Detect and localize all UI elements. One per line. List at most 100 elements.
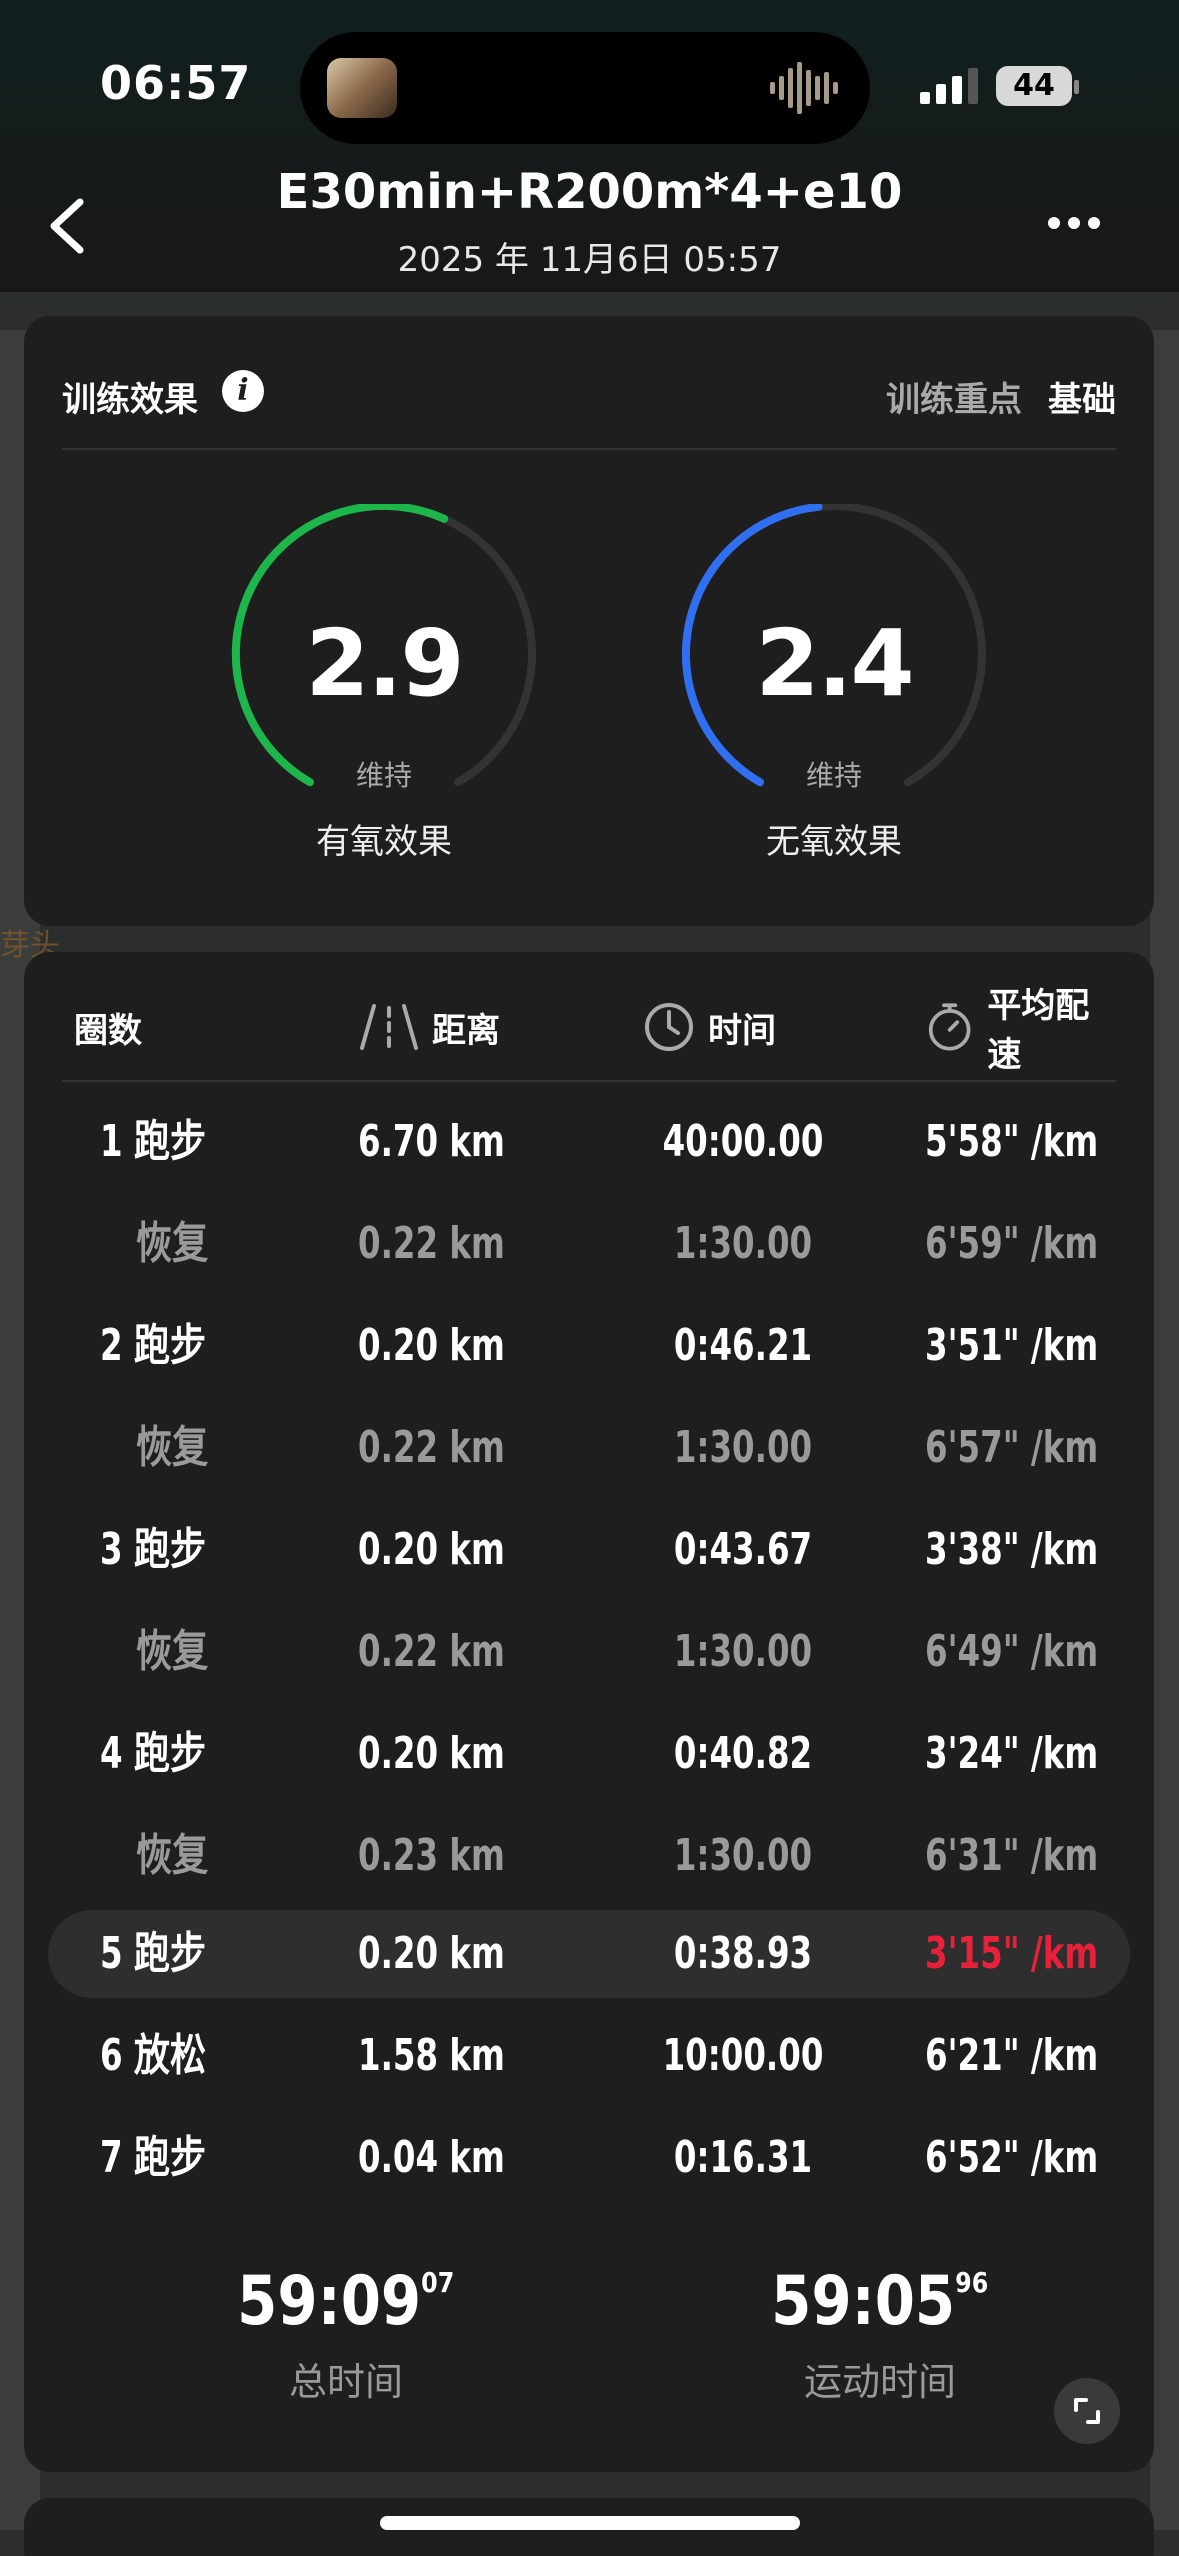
total-time-value: 59:0907 [237,2262,454,2341]
anaerobic-effect-label: 无氧效果 [766,822,902,862]
laps-table-header: 圈数 距离 时间 平均配速 [62,986,1116,1078]
lap-pace: 6'31" /km [924,1830,1098,1881]
lap-distance: 0.20 km [358,1928,505,1979]
lap-row[interactable]: 7 跑步 0.04 km 0:16.31 6'52" /km [48,2114,1130,2202]
lap-name: 恢复 [136,1830,209,1881]
header: 06:57 44 E30min+R200m*4+e10 2025 年 11月6日… [0,0,1179,292]
lap-distance: 0.22 km [358,1218,505,1269]
divider [62,448,1116,450]
lap-row[interactable]: 4 跑步 0.20 km 0:40.82 3'24" /km [48,1710,1130,1798]
training-focus-value: 基础 [1048,380,1116,420]
stopwatch-icon [928,1003,971,1051]
moving-time: 59:0596 运动时间 [700,2262,1060,2406]
map-road [1150,330,1179,2530]
lap-row[interactable]: 3 跑步 0.20 km 0:43.67 3'38" /km [48,1506,1130,1594]
training-focus-label: 训练重点 [886,380,1022,420]
lap-row[interactable]: 恢复 0.23 km 1:30.00 6'31" /km [48,1812,1130,1900]
now-playing-thumbnail [327,58,397,118]
header-time: 时间 [644,1002,776,1052]
anaerobic-effect-status: 维持 [805,759,862,792]
total-time-fraction: 07 [421,2266,455,2299]
lap-name: 恢复 [136,1218,209,1269]
lap-time: 0:16.31 [673,2132,813,2183]
lap-pace: 6'52" /km [924,2132,1098,2183]
expand-button[interactable] [1054,2378,1120,2444]
lap-name: 2 跑步 [100,1320,207,1371]
lap-distance: 0.20 km [358,1524,505,1575]
lap-pace: 3'24" /km [924,1728,1098,1779]
lap-name: 5 跑步 [100,1928,207,1979]
lap-time: 1:30.00 [673,1422,813,1473]
lap-distance: 0.22 km [358,1626,505,1677]
more-options-button[interactable] [1048,214,1108,238]
lap-name: 恢复 [136,1626,209,1677]
header-lap: 圈数 [74,1002,142,1052]
lap-row[interactable]: 恢复 0.22 km 1:30.00 6'49" /km [48,1608,1130,1696]
battery-indicator: 44 [996,66,1072,106]
home-indicator[interactable] [380,2516,800,2530]
header-distance: 距离 [360,1002,500,1052]
lap-name: 3 跑步 [100,1524,207,1575]
info-icon[interactable]: i [222,370,264,412]
lap-row[interactable]: 恢复 0.22 km 1:30.00 6'57" /km [48,1404,1130,1492]
lap-time: 0:38.93 [673,1928,813,1979]
lap-time: 1:30.00 [673,1830,813,1881]
dot-icon [1088,217,1100,229]
lap-pace: 6'21" /km [924,2030,1098,2081]
total-time: 59:0907 总时间 [166,2262,526,2406]
header-time-label: 时间 [708,1010,776,1051]
cellular-signal-icon [920,68,978,104]
divider [62,1080,1116,1082]
lap-pace: 3'38" /km [924,1524,1098,1575]
total-time-label: 总时间 [288,2360,403,2404]
lap-distance: 0.23 km [358,1830,505,1881]
lap-name: 恢复 [136,1422,209,1473]
header-lap-label: 圈数 [74,1010,142,1051]
lap-time: 10:00.00 [662,2030,824,2081]
aerobic-gauge: 2.9 维持 有氧效果 [214,504,554,862]
lap-pace: 6'49" /km [924,1626,1098,1677]
moving-time-main: 59:05 [771,2262,956,2341]
lap-pace-fastest: 3'15" /km [924,1928,1098,1979]
lap-name: 6 放松 [100,2030,207,2081]
lap-name: 4 跑步 [100,1728,207,1779]
lap-distance: 0.04 km [358,2132,505,2183]
aerobic-effect-label: 有氧效果 [316,822,452,862]
anaerobic-gauge: 2.4 维持 无氧效果 [664,504,1004,862]
lap-row[interactable]: 6 放松 1.58 km 10:00.00 6'21" /km [48,2012,1130,2100]
lap-distance: 6.70 km [358,1116,505,1167]
moving-time-fraction: 96 [955,2266,989,2299]
lap-row[interactable]: 2 跑步 0.20 km 0:46.21 3'51" /km [48,1302,1130,1390]
lap-time: 40:00.00 [662,1116,824,1167]
dot-icon [1068,217,1080,229]
lap-pace: 5'58" /km [924,1116,1098,1167]
lap-distance: 1.58 km [358,2030,505,2081]
aerobic-effect-value: 2.9 [305,610,465,717]
page-subtitle: 2025 年 11月6日 05:57 [397,240,782,280]
lap-row-fastest[interactable]: 5 跑步 0.20 km 0:38.93 3'15" /km [48,1910,1130,1998]
header-distance-label: 距离 [432,1010,500,1051]
dot-icon [1048,217,1060,229]
lap-pace: 3'51" /km [924,1320,1098,1371]
lap-pace: 6'59" /km [924,1218,1098,1269]
lap-time: 1:30.00 [673,1626,813,1677]
header-pace-label: 平均配速 [987,986,1090,1075]
total-time-main: 59:09 [237,2262,422,2341]
clock-icon [645,1003,693,1051]
lap-name: 7 跑步 [100,2132,207,2183]
training-effect-title: 训练效果 [62,380,198,420]
lap-time: 0:43.67 [673,1524,813,1575]
battery-nub [1074,80,1079,94]
lap-name: 1 跑步 [100,1116,207,1167]
lap-row[interactable]: 恢复 0.22 km 1:30.00 6'59" /km [48,1200,1130,1288]
lap-time: 1:30.00 [673,1218,813,1269]
moving-time-label: 运动时间 [803,2360,956,2404]
page-title: E30min+R200m*4+e10 [276,164,903,220]
lap-time: 0:40.82 [673,1728,813,1779]
audio-wave-icon [770,62,838,114]
aerobic-effect-status: 维持 [355,759,412,792]
lap-row[interactable]: 1 跑步 6.70 km 40:00.00 5'58" /km [48,1098,1130,1186]
lap-distance: 0.22 km [358,1422,505,1473]
dynamic-island[interactable] [300,32,870,144]
header-pace: 平均配速 [926,986,1116,1075]
